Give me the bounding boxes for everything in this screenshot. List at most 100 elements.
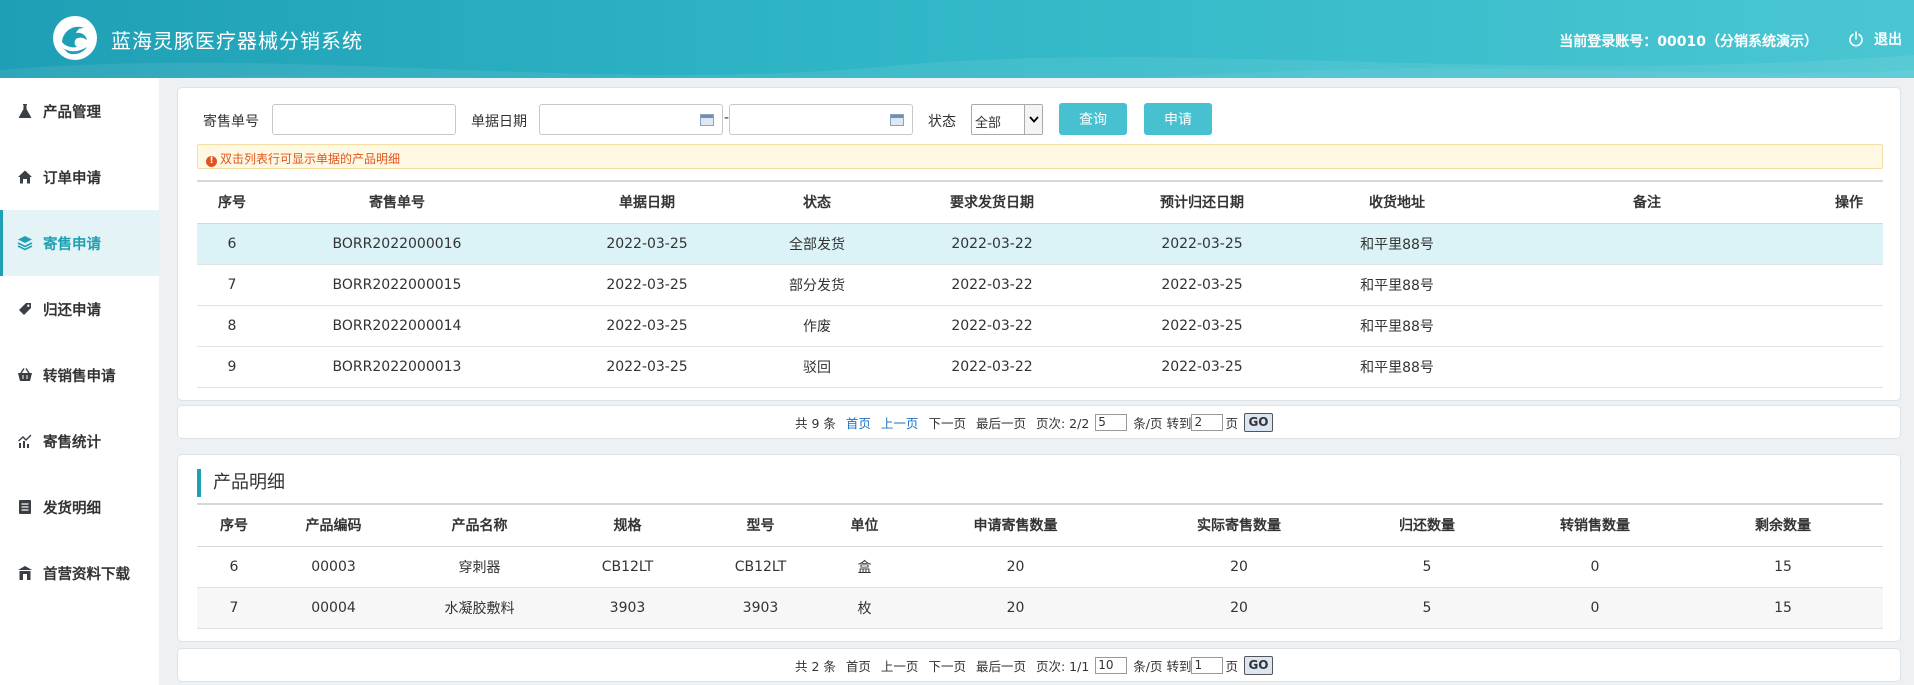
page-size-input[interactable]: 10 <box>1095 656 1128 674</box>
sidebar-item-label: 寄售统计 <box>43 434 101 451</box>
top-header: 蓝海灵豚医疗器械分销系统 当前登录账号：00010（分销系统演示） 退出 <box>0 0 1914 78</box>
total-count: 共 9 条 <box>795 415 836 431</box>
last-page-link[interactable]: 最后一页 <box>976 413 1026 432</box>
table-cell: 2022-03-25 <box>1117 264 1287 306</box>
column-header: 单位 <box>829 503 900 547</box>
table-cell: 2022-03-22 <box>867 346 1117 388</box>
sidebar-item-product-management[interactable]: 产品管理 <box>0 78 159 144</box>
sidebar-item-document-download[interactable]: 首营资料下载 <box>0 540 159 606</box>
column-header: 备注 <box>1507 180 1787 224</box>
table-cell: 部分发货 <box>767 264 867 306</box>
go-button[interactable]: GO <box>1243 412 1273 432</box>
sidebar-item-return-request[interactable]: 归还申请 <box>0 276 159 342</box>
table-cell: 2022-03-22 <box>867 305 1117 347</box>
layers-icon <box>16 234 34 252</box>
go-button[interactable]: GO <box>1243 655 1273 675</box>
consignment-orders-table: 序号 寄售单号 单据日期 状态 要求发货日期 预计归还日期 收货地址 备注 操作… <box>197 180 1883 388</box>
table-cell: 2022-03-25 <box>527 346 767 388</box>
table-cell: 5 <box>1347 587 1507 629</box>
apply-button[interactable]: 申请 <box>1144 103 1212 135</box>
sidebar-item-shipping-details[interactable]: 发货明细 <box>0 474 159 540</box>
column-header: 序号 <box>197 180 267 224</box>
table-cell: 水凝胶敷料 <box>396 587 563 629</box>
sidebar-item-consignment-request[interactable]: 寄售申请 <box>0 210 159 276</box>
info-icon: ! <box>206 156 217 167</box>
first-page-link[interactable]: 首页 <box>846 413 871 432</box>
product-details-table: 序号 产品编码 产品名称 规格 型号 单位 申请寄售数量 实际寄售数量 归还数量… <box>197 503 1883 629</box>
table-cell: 2022-03-25 <box>527 305 767 347</box>
goto-page-input[interactable]: 2 <box>1191 413 1224 431</box>
table-cell: 00003 <box>271 546 396 588</box>
column-header: 序号 <box>197 503 271 547</box>
sidebar-item-label: 归还申请 <box>43 302 101 319</box>
table-row[interactable]: 7 BORR2022000015 2022-03-25 部分发货 2022-03… <box>197 264 1883 306</box>
table-row[interactable]: 6 BORR2022000016 2022-03-25 全部发货 2022-03… <box>197 223 1883 265</box>
page-indicator: 页次: 2/2 <box>1035 415 1090 431</box>
column-header: 操作 <box>1787 180 1883 224</box>
table-cell: 00004 <box>271 587 396 629</box>
table-cell: 2022-03-25 <box>1117 305 1287 347</box>
table-row[interactable]: 8 BORR2022000014 2022-03-25 作废 2022-03-2… <box>197 305 1883 347</box>
calendar-icon[interactable] <box>890 114 904 126</box>
table-cell: 全部发货 <box>767 223 867 265</box>
table-cell: 6 <box>197 546 271 588</box>
table-cell: 枚 <box>829 587 900 629</box>
table-cell: BORR2022000016 <box>267 223 527 265</box>
page-size-input[interactable]: 5 <box>1095 413 1128 431</box>
table-cell <box>1507 346 1787 388</box>
last-page-link[interactable]: 最后一页 <box>976 656 1026 675</box>
prev-page-link[interactable]: 上一页 <box>881 656 919 675</box>
table-header-row: 序号 寄售单号 单据日期 状态 要求发货日期 预计归还日期 收货地址 备注 操作 <box>197 180 1883 224</box>
calendar-icon[interactable] <box>700 114 714 126</box>
first-page-link[interactable]: 首页 <box>846 656 871 675</box>
table-cell: BORR2022000015 <box>267 264 527 306</box>
table-row[interactable]: 9 BORR2022000013 2022-03-25 驳回 2022-03-2… <box>197 346 1883 388</box>
date-to-input[interactable] <box>729 104 913 135</box>
date-from-input[interactable] <box>539 104 723 135</box>
table-cell: 作废 <box>767 305 867 347</box>
table-cell: 盒 <box>829 546 900 588</box>
current-account-label: 当前登录账号：00010（分销系统演示） <box>1559 34 1818 50</box>
table-cell: 3903 <box>692 587 829 629</box>
chart-icon <box>16 432 34 450</box>
table-cell: 2022-03-25 <box>1117 346 1287 388</box>
product-details-panel: 产品明细 序号 产品编码 产品名称 规格 型号 单位 申请寄售数量 实际寄售数量… <box>177 454 1901 642</box>
table-cell: 5 <box>1347 546 1507 588</box>
table-cell: 2022-03-22 <box>867 264 1117 306</box>
logout-label: 退出 <box>1874 32 1902 48</box>
table-cell: 2022-03-25 <box>527 264 767 306</box>
column-header: 转销售数量 <box>1507 503 1683 547</box>
column-header: 寄售单号 <box>267 180 527 224</box>
table-cell <box>1787 305 1883 347</box>
sidebar-item-label: 转销售申请 <box>43 368 116 385</box>
sidebar-item-consignment-stats[interactable]: 寄售统计 <box>0 408 159 474</box>
table-row: 6 00003 穿刺器 CB12LT CB12LT 盒 20 20 5 0 15 <box>197 546 1883 588</box>
column-header: 产品编码 <box>271 503 396 547</box>
sidebar-item-order-request[interactable]: 订单申请 <box>0 144 159 210</box>
goto-page-input[interactable]: 1 <box>1191 656 1224 674</box>
status-select[interactable]: 全部 <box>971 104 1043 135</box>
page-unit-label: 页 <box>1225 658 1238 674</box>
next-page-link[interactable]: 下一页 <box>928 413 966 432</box>
sidebar-item-transfer-sale-request[interactable]: 转销售申请 <box>0 342 159 408</box>
query-button[interactable]: 查询 <box>1059 103 1127 135</box>
flask-icon <box>16 102 34 120</box>
order-no-input[interactable] <box>272 104 456 135</box>
list-icon <box>16 498 34 516</box>
table-cell: 和平里88号 <box>1287 223 1507 265</box>
logout-button[interactable]: 退出 <box>1848 29 1902 49</box>
prev-page-link[interactable]: 上一页 <box>881 413 919 432</box>
table-row: 7 00004 水凝胶敷料 3903 3903 枚 20 20 5 0 15 <box>197 587 1883 629</box>
column-header: 申请寄售数量 <box>900 503 1131 547</box>
per-page-label: 条/页 转到 <box>1133 415 1192 431</box>
sidebar-item-label: 首营资料下载 <box>43 566 130 583</box>
table-cell <box>1507 223 1787 265</box>
column-header: 产品名称 <box>396 503 563 547</box>
table-cell: BORR2022000014 <box>267 305 527 347</box>
page-indicator: 页次: 1/1 <box>1035 658 1090 674</box>
next-page-link[interactable]: 下一页 <box>928 656 966 675</box>
per-page-label: 条/页 转到 <box>1133 658 1192 674</box>
status-label: 状态 <box>928 114 956 130</box>
table-cell <box>1787 264 1883 306</box>
sidebar-item-label: 产品管理 <box>43 104 101 121</box>
